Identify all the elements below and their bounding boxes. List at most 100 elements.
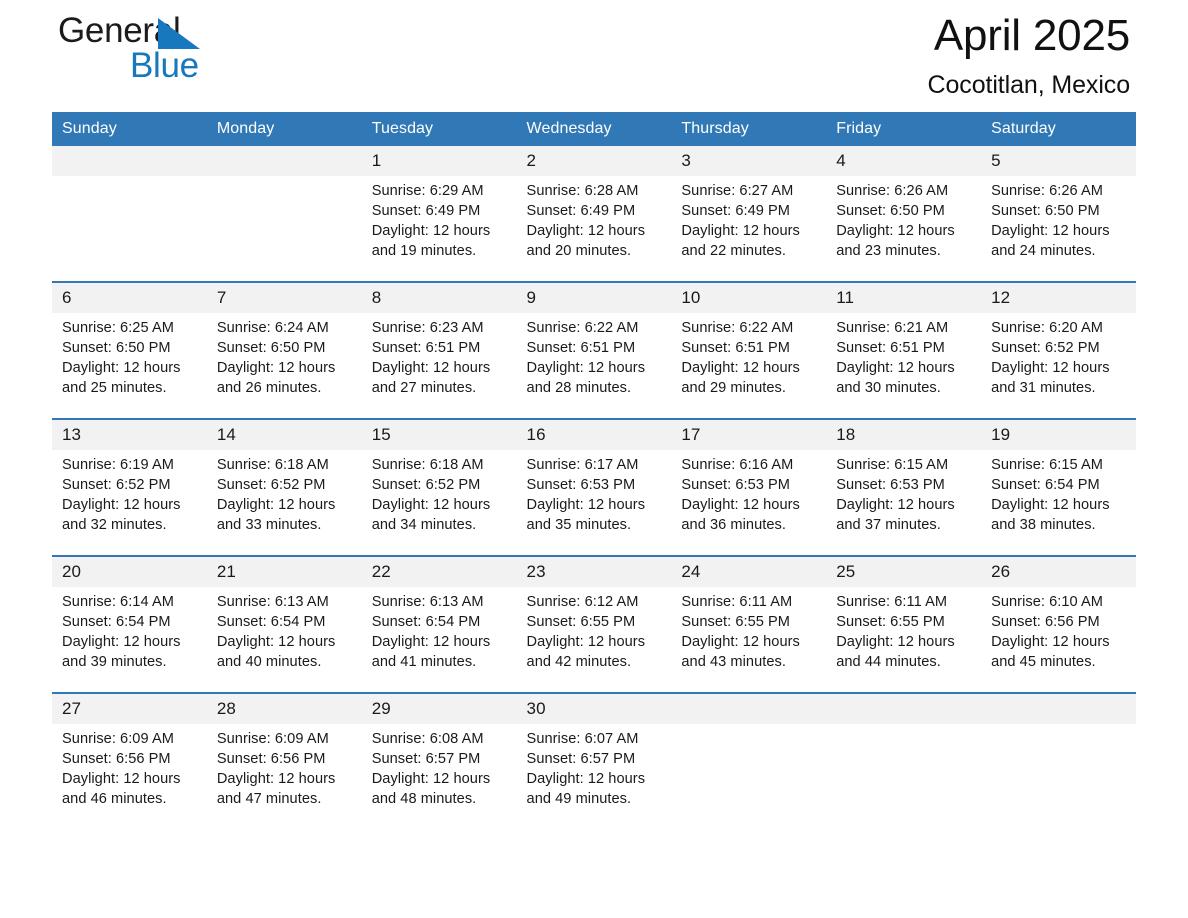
sunrise-text: Sunrise: 6:18 AM <box>371 457 484 473</box>
day-number[interactable]: 8 <box>361 281 517 313</box>
day-cell[interactable]: Sunrise: 6:15 AM Sunset: 6:54 PM Dayligh… <box>981 450 1136 556</box>
day-cell[interactable]: Sunrise: 6:21 AM Sunset: 6:51 PM Dayligh… <box>826 313 982 419</box>
day-number[interactable]: 30 <box>516 692 672 724</box>
day-number[interactable]: 27 <box>52 692 207 724</box>
sunrise-text: Sunrise: 6:10 AM <box>991 594 1103 610</box>
day-number[interactable]: 18 <box>826 418 982 450</box>
day-number[interactable]: 2 <box>516 146 672 176</box>
sunrise-text: Sunrise: 6:29 AM <box>371 183 484 199</box>
day-number <box>981 692 1136 724</box>
day-number[interactable]: 9 <box>516 281 672 313</box>
day-number[interactable]: 7 <box>206 281 362 313</box>
sunset-text: Sunset: 6:49 PM <box>526 203 636 219</box>
sunset-text: Sunset: 6:49 PM <box>681 203 791 219</box>
daylight-text-line1: Daylight: 12 hours <box>836 360 955 376</box>
day-cell[interactable]: Sunrise: 6:13 AM Sunset: 6:54 PM Dayligh… <box>206 587 362 693</box>
day-number[interactable]: 21 <box>206 555 362 587</box>
day-cell[interactable]: Sunrise: 6:16 AM Sunset: 6:53 PM Dayligh… <box>671 450 827 556</box>
week-4-details: Sunrise: 6:14 AM Sunset: 6:54 PM Dayligh… <box>52 587 1136 693</box>
day-cell[interactable]: Sunrise: 6:27 AM Sunset: 6:49 PM Dayligh… <box>671 176 827 282</box>
day-cell[interactable]: Sunrise: 6:29 AM Sunset: 6:49 PM Dayligh… <box>361 176 517 282</box>
sunset-text: Sunset: 6:56 PM <box>991 614 1100 630</box>
day-cell <box>206 176 362 282</box>
day-cell[interactable]: Sunrise: 6:20 AM Sunset: 6:52 PM Dayligh… <box>981 313 1136 419</box>
day-number[interactable]: 19 <box>981 418 1136 450</box>
day-cell[interactable]: Sunrise: 6:12 AM Sunset: 6:55 PM Dayligh… <box>516 587 672 693</box>
day-cell <box>981 724 1136 829</box>
day-number[interactable]: 28 <box>206 692 362 724</box>
daylight-text-line2: and 35 minutes. <box>526 517 632 533</box>
day-number[interactable]: 1 <box>361 146 517 176</box>
day-cell[interactable]: Sunrise: 6:09 AM Sunset: 6:56 PM Dayligh… <box>52 724 207 829</box>
day-cell[interactable]: Sunrise: 6:22 AM Sunset: 6:51 PM Dayligh… <box>516 313 672 419</box>
sunset-text: Sunset: 6:52 PM <box>991 340 1100 356</box>
day-cell[interactable]: Sunrise: 6:10 AM Sunset: 6:56 PM Dayligh… <box>981 587 1136 693</box>
day-cell[interactable]: Sunrise: 6:18 AM Sunset: 6:52 PM Dayligh… <box>361 450 517 556</box>
calendar-body: 1 2 3 4 5 Sunrise: 6:29 AM Sunset: 6:49 … <box>52 146 1136 829</box>
day-number[interactable]: 12 <box>981 281 1136 313</box>
daylight-text-line1: Daylight: 12 hours <box>371 771 491 787</box>
page-header: General Blue April 2025 Cocotitlan, Mexi… <box>52 0 1136 112</box>
day-cell[interactable]: Sunrise: 6:15 AM Sunset: 6:53 PM Dayligh… <box>826 450 982 556</box>
day-number[interactable]: 3 <box>671 146 827 176</box>
day-cell[interactable]: Sunrise: 6:24 AM Sunset: 6:50 PM Dayligh… <box>206 313 362 419</box>
logo-triangle-icon <box>158 18 200 49</box>
sunset-text: Sunset: 6:50 PM <box>216 340 326 356</box>
daylight-text-line1: Daylight: 12 hours <box>836 634 955 650</box>
sunset-text: Sunset: 6:52 PM <box>62 477 171 493</box>
day-cell[interactable]: Sunrise: 6:11 AM Sunset: 6:55 PM Dayligh… <box>671 587 827 693</box>
day-number[interactable]: 17 <box>671 418 827 450</box>
daylight-text-line1: Daylight: 12 hours <box>991 497 1110 513</box>
day-cell[interactable]: Sunrise: 6:07 AM Sunset: 6:57 PM Dayligh… <box>516 724 672 829</box>
daylight-text-line2: and 48 minutes. <box>371 791 477 807</box>
daylight-text-line1: Daylight: 12 hours <box>526 634 646 650</box>
weekday-header-tuesday: Tuesday <box>361 112 517 146</box>
day-number[interactable]: 6 <box>52 281 207 313</box>
day-cell[interactable]: Sunrise: 6:17 AM Sunset: 6:53 PM Dayligh… <box>516 450 672 556</box>
day-number[interactable]: 25 <box>826 555 982 587</box>
day-number[interactable]: 16 <box>516 418 672 450</box>
day-number[interactable]: 11 <box>826 281 982 313</box>
day-cell[interactable]: Sunrise: 6:26 AM Sunset: 6:50 PM Dayligh… <box>981 176 1136 282</box>
daylight-text-line1: Daylight: 12 hours <box>681 634 800 650</box>
day-number[interactable]: 26 <box>981 555 1136 587</box>
day-number[interactable]: 10 <box>671 281 827 313</box>
day-number[interactable]: 5 <box>981 146 1136 176</box>
sunrise-text: Sunrise: 6:21 AM <box>836 320 949 336</box>
sunset-text: Sunset: 6:53 PM <box>681 477 791 493</box>
day-cell[interactable]: Sunrise: 6:23 AM Sunset: 6:51 PM Dayligh… <box>361 313 517 419</box>
day-number[interactable]: 14 <box>206 418 362 450</box>
day-cell[interactable]: Sunrise: 6:22 AM Sunset: 6:51 PM Dayligh… <box>671 313 827 419</box>
day-number[interactable]: 15 <box>361 418 517 450</box>
day-cell[interactable]: Sunrise: 6:25 AM Sunset: 6:50 PM Dayligh… <box>52 313 207 419</box>
daylight-text-line1: Daylight: 12 hours <box>62 497 181 513</box>
day-cell[interactable]: Sunrise: 6:11 AM Sunset: 6:55 PM Dayligh… <box>826 587 982 693</box>
week-4-daynumbers: 20 21 22 23 24 25 26 <box>52 555 1136 587</box>
sunrise-text: Sunrise: 6:18 AM <box>216 457 329 473</box>
daylight-text-line2: and 22 minutes. <box>681 243 786 259</box>
day-cell[interactable]: Sunrise: 6:09 AM Sunset: 6:56 PM Dayligh… <box>206 724 362 829</box>
day-number[interactable]: 23 <box>516 555 672 587</box>
day-number[interactable]: 24 <box>671 555 827 587</box>
sunrise-text: Sunrise: 6:13 AM <box>371 594 484 610</box>
day-cell[interactable]: Sunrise: 6:26 AM Sunset: 6:50 PM Dayligh… <box>826 176 982 282</box>
daylight-text-line2: and 23 minutes. <box>836 243 941 259</box>
daylight-text-line2: and 46 minutes. <box>62 791 167 807</box>
day-cell[interactable]: Sunrise: 6:28 AM Sunset: 6:49 PM Dayligh… <box>516 176 672 282</box>
sunrise-text: Sunrise: 6:09 AM <box>62 731 174 747</box>
day-cell[interactable]: Sunrise: 6:19 AM Sunset: 6:52 PM Dayligh… <box>52 450 207 556</box>
day-cell[interactable]: Sunrise: 6:13 AM Sunset: 6:54 PM Dayligh… <box>361 587 517 693</box>
day-cell <box>52 176 207 282</box>
day-cell[interactable]: Sunrise: 6:18 AM Sunset: 6:52 PM Dayligh… <box>206 450 362 556</box>
day-number[interactable]: 13 <box>52 418 207 450</box>
day-number[interactable]: 22 <box>361 555 517 587</box>
weekday-header-friday: Friday <box>826 112 982 146</box>
day-number[interactable]: 29 <box>361 692 517 724</box>
daylight-text-line1: Daylight: 12 hours <box>681 223 800 239</box>
day-cell[interactable]: Sunrise: 6:14 AM Sunset: 6:54 PM Dayligh… <box>52 587 207 693</box>
day-number[interactable]: 20 <box>52 555 207 587</box>
day-cell[interactable]: Sunrise: 6:08 AM Sunset: 6:57 PM Dayligh… <box>361 724 517 829</box>
sunset-text: Sunset: 6:53 PM <box>836 477 945 493</box>
day-number[interactable]: 4 <box>826 146 982 176</box>
sunrise-text: Sunrise: 6:17 AM <box>526 457 639 473</box>
